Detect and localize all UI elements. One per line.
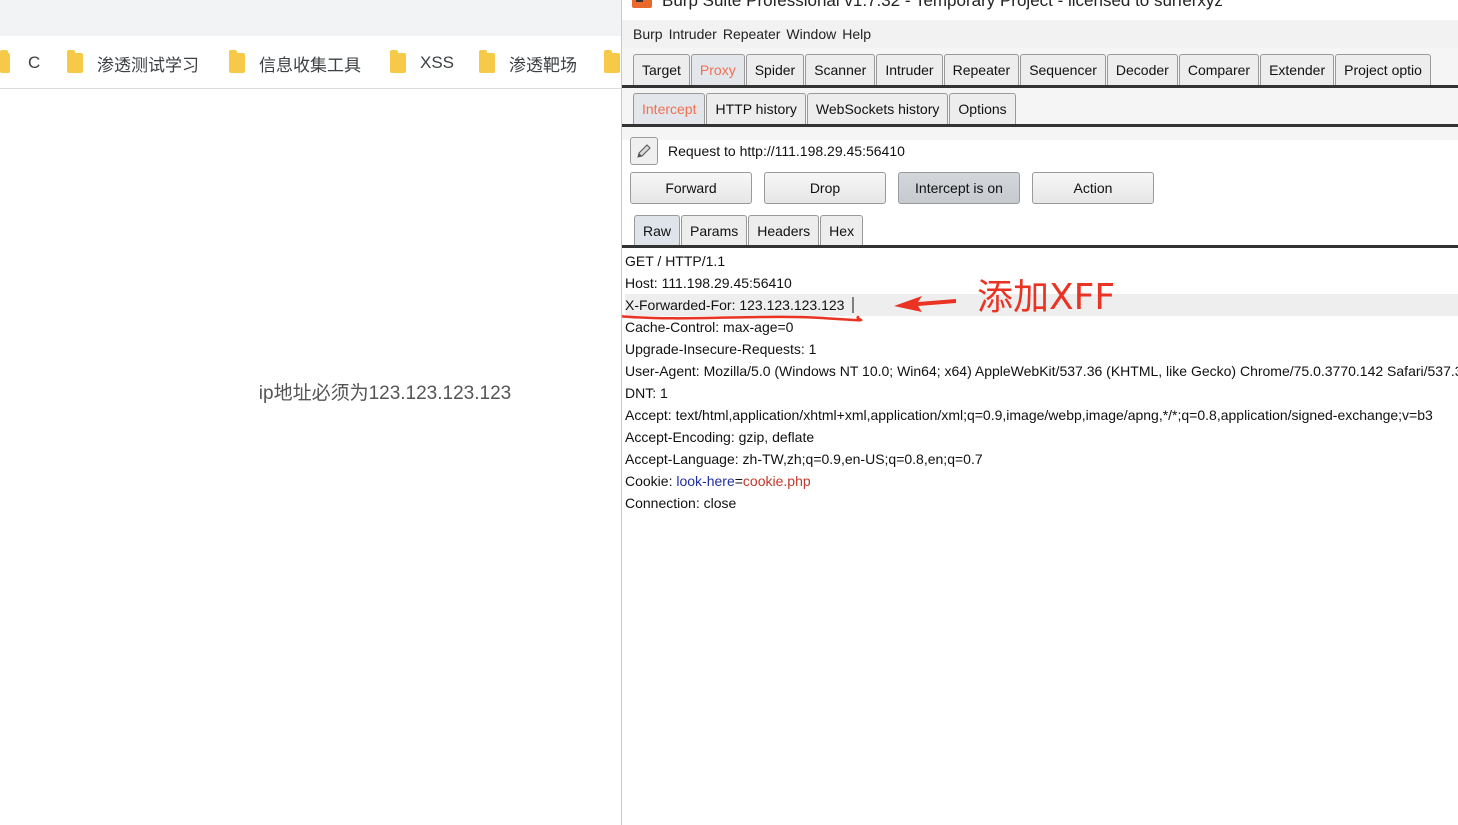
accept-language-header[interactable]: Accept-Language: zh-TW,zh;q=0.9,en-US;q=… — [625, 448, 1458, 470]
bookmark-pentest-range[interactable]: 渗透靶场 — [479, 50, 577, 75]
annotation-label: 添加XFF — [977, 277, 1116, 318]
dnt-header[interactable]: DNT: 1 — [625, 382, 1458, 404]
annotation-underline — [622, 315, 863, 322]
bookmarks-bar: C 渗透测试学习 信息收集工具 XSS 渗透靶场 — [0, 36, 621, 89]
burp-window: Burp Suite Professional v1.7.32 - Tempor… — [621, 0, 1458, 825]
user-agent-header[interactable]: User-Agent: Mozilla/5.0 (Windows NT 10.0… — [625, 360, 1458, 382]
bookmark-pentest-learning[interactable]: 渗透测试学习 — [67, 50, 199, 75]
bookmark-c[interactable]: C — [0, 50, 41, 74]
cookie-equals: = — [734, 473, 743, 489]
bookmark-label: XSS — [420, 53, 455, 72]
folder-icon — [229, 50, 245, 73]
bookmark-label: 渗透靶场 — [509, 55, 577, 75]
bookmark-label: 信息收集工具 — [259, 55, 361, 75]
accept-header[interactable]: Accept: text/html,application/xhtml+xml,… — [625, 404, 1458, 426]
cookie-header[interactable]: Cookie: look-here=cookie.php — [625, 470, 1458, 492]
folder-icon — [479, 50, 495, 73]
cookie-name: look-here — [676, 473, 735, 489]
accept-encoding-header[interactable]: Accept-Encoding: gzip, deflate — [625, 426, 1458, 448]
cookie-prefix: Cookie: — [625, 473, 677, 489]
bookmark-label: 渗透测试学习 — [97, 55, 199, 75]
cookie-value: cookie.php — [742, 473, 811, 489]
folder-icon — [67, 50, 83, 73]
upgrade-insecure-header[interactable]: Upgrade-Insecure-Requests: 1 — [625, 338, 1458, 360]
folder-icon — [604, 50, 620, 73]
browser-window: C 渗透测试学习 信息收集工具 XSS 渗透靶场 ip地址必须为123.123.… — [0, 0, 621, 825]
folder-icon — [390, 50, 406, 73]
bookmark-info-gathering-tools[interactable]: 信息收集工具 — [229, 50, 361, 75]
bookmark-label: C — [28, 53, 41, 72]
browser-tab-strip — [0, 0, 621, 36]
arrow-icon — [894, 296, 956, 312]
bookmark-xss[interactable]: XSS — [390, 50, 455, 74]
connection-header[interactable]: Connection: close — [625, 492, 1458, 514]
folder-icon — [0, 50, 10, 73]
